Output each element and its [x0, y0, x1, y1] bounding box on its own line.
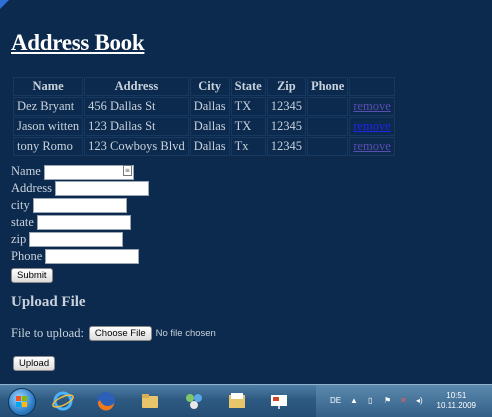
clock-date: 10.11.2009: [436, 401, 476, 410]
cell-city: Dallas: [189, 97, 230, 116]
show-hidden-icons-icon[interactable]: ▲: [350, 396, 358, 405]
form-row-submit: Submit: [11, 267, 149, 284]
cell-action: remove: [349, 137, 395, 156]
form-row-address: Address: [11, 180, 149, 197]
explorer-folder-icon[interactable]: [139, 390, 161, 412]
autofill-icon[interactable]: ≡: [122, 164, 132, 176]
presentation-icon[interactable]: [268, 390, 290, 412]
cell-state: Tx: [230, 137, 266, 156]
remove-link[interactable]: remove: [353, 119, 390, 133]
state-label: state: [11, 215, 34, 229]
column-header-state: State: [230, 77, 266, 96]
windows-flag-icon: [16, 396, 28, 408]
table-header-row: Name Address City State Zip Phone: [13, 77, 395, 96]
cell-zip: 12345: [266, 137, 306, 156]
address-input[interactable]: [54, 181, 149, 196]
clock[interactable]: 10:51 10.11.2009: [437, 391, 476, 411]
cell-phone: [306, 97, 349, 116]
cell-state: TX: [230, 97, 266, 116]
taskbar: DE ▲ ▯ ⚑ ✕ ◂) 10:51 10.11.2009: [0, 384, 492, 417]
cell-phone: [306, 117, 349, 136]
state-input[interactable]: [36, 215, 131, 230]
cell-city: Dallas: [189, 137, 230, 156]
phone-label: Phone: [11, 249, 43, 263]
form-row-state: state: [11, 214, 149, 231]
cell-address: 123 Cowboys Blvd: [84, 137, 189, 156]
network-icon[interactable]: [183, 390, 205, 412]
form-row-phone: Phone: [11, 248, 149, 265]
choose-file-button[interactable]: Choose File: [88, 326, 152, 341]
documents-icon[interactable]: [226, 390, 248, 412]
flag-notification-icon[interactable]: ⚑: [384, 396, 391, 405]
language-indicator[interactable]: DE: [330, 396, 341, 405]
city-input[interactable]: [32, 198, 127, 213]
network-status-icon[interactable]: ✕: [400, 396, 407, 405]
remove-link[interactable]: remove: [353, 99, 390, 113]
cell-phone: [306, 137, 349, 156]
cell-zip: 12345: [266, 117, 306, 136]
table-row: Jason witten 123 Dallas St Dallas TX 123…: [13, 117, 395, 136]
add-contact-form: Name ≡ Address city state zip Phone Subm…: [11, 163, 149, 284]
file-to-upload-label: File to upload:: [11, 326, 84, 340]
firefox-icon[interactable]: [95, 390, 117, 412]
cell-city: Dallas: [189, 117, 230, 136]
column-header-phone: Phone: [306, 77, 349, 96]
column-header-action: [349, 77, 395, 96]
no-file-chosen-text: No file chosen: [155, 328, 216, 339]
table-row: tony Romo 123 Cowboys Blvd Dallas Tx 123…: [13, 137, 395, 156]
upload-button[interactable]: Upload: [13, 356, 56, 371]
phone-input[interactable]: [45, 249, 140, 264]
cell-name: Dez Bryant: [13, 97, 84, 116]
cell-address: 456 Dallas St: [84, 97, 189, 116]
zip-label: zip: [11, 232, 27, 246]
cell-name: Jason witten: [13, 117, 84, 136]
submit-button[interactable]: Submit: [11, 268, 53, 283]
cell-action: remove: [349, 97, 395, 116]
cell-name: tony Romo: [13, 137, 84, 156]
cell-zip: 12345: [266, 97, 306, 116]
column-header-name: Name: [13, 77, 84, 96]
form-row-zip: zip: [11, 231, 149, 248]
form-row-name: Name ≡: [11, 163, 149, 180]
column-header-address: Address: [84, 77, 189, 96]
system-tray: DE ▲ ▯ ⚑ ✕ ◂) 10:51 10.11.2009: [316, 385, 492, 417]
cell-state: TX: [230, 117, 266, 136]
city-label: city: [11, 198, 30, 212]
internet-explorer-icon[interactable]: [52, 390, 74, 412]
name-input[interactable]: [43, 164, 134, 180]
cell-action: remove: [349, 117, 395, 136]
volume-icon[interactable]: ◂): [416, 396, 423, 405]
contacts-table: Name Address City State Zip Phone Dez Br…: [11, 75, 397, 158]
page-title: Address Book: [11, 30, 145, 55]
address-label: Address: [11, 181, 52, 195]
zip-input[interactable]: [29, 232, 124, 247]
file-upload-row: File to upload: Choose File No file chos…: [11, 326, 216, 341]
clock-time: 10:51: [446, 391, 467, 400]
start-orb[interactable]: [8, 388, 36, 416]
usb-device-icon[interactable]: ▯: [368, 396, 372, 405]
column-header-zip: Zip: [266, 77, 306, 96]
form-row-city: city: [11, 197, 149, 214]
cell-address: 123 Dallas St: [84, 117, 189, 136]
table-row: Dez Bryant 456 Dallas St Dallas TX 12345…: [13, 97, 395, 116]
name-label: Name: [11, 164, 41, 178]
corner-mark: [0, 0, 9, 9]
remove-link[interactable]: remove: [353, 139, 390, 153]
column-header-city: City: [189, 77, 230, 96]
upload-heading: Upload File: [11, 294, 86, 310]
